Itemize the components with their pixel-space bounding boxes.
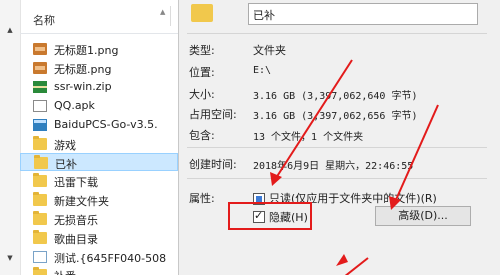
arrow-line bbox=[275, 59, 353, 179]
arrow-line bbox=[394, 104, 439, 203]
arrow-line bbox=[344, 257, 369, 275]
arrowhead-icon bbox=[270, 172, 282, 186]
arrowhead-icon bbox=[389, 196, 401, 210]
arrowhead-icon bbox=[336, 254, 348, 266]
annotation-arrows bbox=[270, 59, 439, 275]
